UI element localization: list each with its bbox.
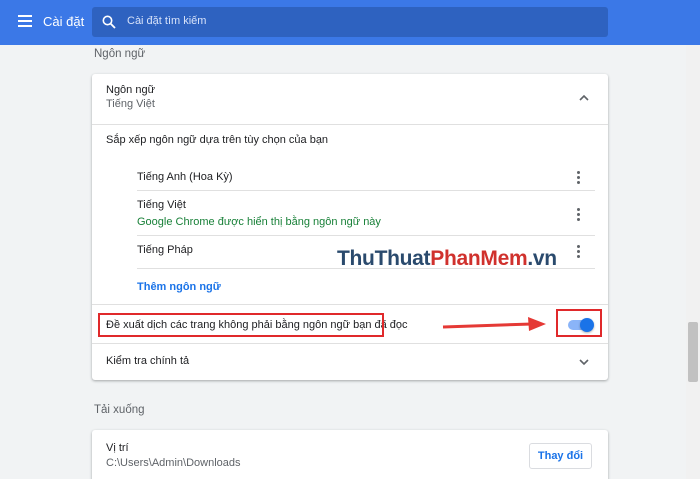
search-placeholder: Cài đặt tìm kiếm [127,15,207,27]
scrollbar[interactable] [686,45,700,479]
chevron-down-icon [579,359,589,366]
watermark-part: ThuThuat [337,247,431,270]
language-item-vietnamese: Tiếng Việt Google Chrome được hiển thị b… [92,191,608,235]
section-title-languages: Ngôn ngữ [94,48,146,60]
language-name: Tiếng Việt [137,199,186,211]
scrollbar-thumb[interactable] [688,322,698,382]
more-vert-icon[interactable] [572,244,584,258]
translate-toggle-knob[interactable] [580,318,594,332]
chrome-display-note: Google Chrome được hiển thị bằng ngôn ng… [137,216,381,228]
add-language-link[interactable]: Thêm ngôn ngữ [137,281,221,293]
language-name: Tiếng Pháp [137,244,193,256]
top-bar: Cài đặt Cài đặt tìm kiếm [0,0,700,45]
language-name: Tiếng Anh (Hoa Kỳ) [137,171,233,183]
menu-icon[interactable] [18,15,32,27]
watermark-part: PhanMem [430,247,528,270]
highlight-box-label [98,313,384,337]
search-input[interactable]: Cài đặt tìm kiếm [92,7,608,37]
languages-header-row[interactable]: Ngôn ngữ Tiếng Việt [92,74,608,124]
current-language: Tiếng Việt [106,98,155,110]
change-location-button[interactable]: Thay đổi [529,443,592,469]
location-label: Vị trí [106,442,129,454]
section-title-downloads: Tải xuống [94,404,145,416]
spellcheck-label: Kiểm tra chính tả [106,355,190,367]
more-vert-icon[interactable] [572,207,584,221]
more-vert-icon[interactable] [572,170,584,184]
languages-heading: Ngôn ngữ [106,84,155,96]
arrow-icon [442,317,546,331]
location-path: C:\Users\Admin\Downloads [106,457,241,469]
app-title: Cài đặt [43,14,85,29]
chevron-up-icon [579,94,589,101]
watermark-part: .vn [527,247,557,270]
search-icon [102,15,116,29]
spellcheck-row[interactable]: Kiểm tra chính tả [92,344,608,380]
order-hint: Sắp xếp ngôn ngữ dựa trên tùy chọn của b… [106,134,329,146]
divider [92,304,608,305]
language-item-english: Tiếng Anh (Hoa Kỳ) [92,164,608,190]
divider [92,124,608,125]
watermark: ThuThuatPhanMem.vn [337,247,557,271]
